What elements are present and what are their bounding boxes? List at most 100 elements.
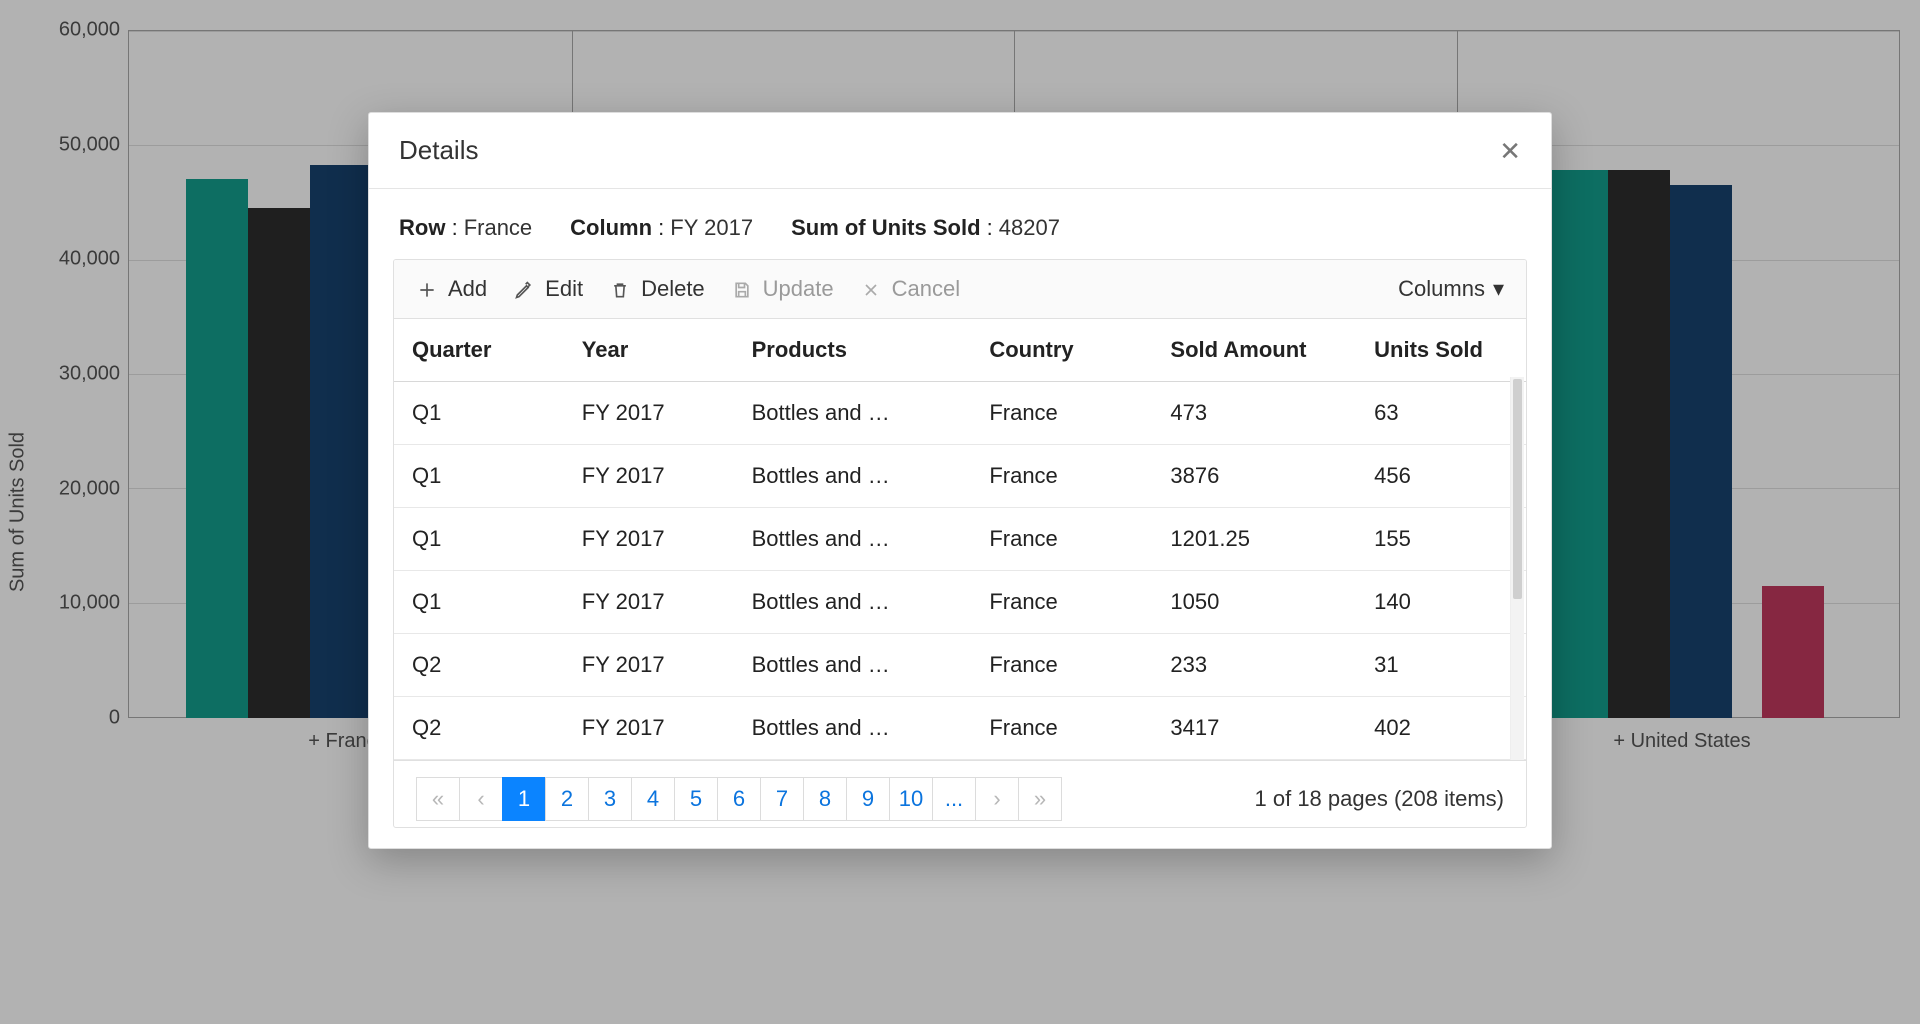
delete-button[interactable]: Delete [609, 276, 705, 302]
cell-quarter: Q1 [394, 382, 564, 445]
cell-sold_amount: 3876 [1152, 445, 1356, 508]
cell-sold_amount: 473 [1152, 382, 1356, 445]
edit-label: Edit [545, 276, 583, 302]
table-scrollbar[interactable] [1510, 377, 1524, 760]
pager-page-3[interactable]: 3 [588, 777, 632, 821]
pager-page-4[interactable]: 4 [631, 777, 675, 821]
cell-year: FY 2017 [564, 571, 734, 634]
detail-meta: Row :France Column :FY 2017 Sum of Units… [369, 189, 1551, 259]
table-row[interactable]: Q1FY 2017Bottles and …France1050140 [394, 571, 1526, 634]
cell-country: France [971, 634, 1152, 697]
add-label: Add [448, 276, 487, 302]
save-icon [731, 276, 753, 302]
cell-quarter: Q1 [394, 508, 564, 571]
cell-country: France [971, 571, 1152, 634]
col-products[interactable]: Products [734, 319, 972, 382]
table-row[interactable]: Q1FY 2017Bottles and …France3876456 [394, 445, 1526, 508]
update-label: Update [763, 276, 834, 302]
cell-products: Bottles and … [734, 634, 972, 697]
pager-page-2[interactable]: 2 [545, 777, 589, 821]
row-value: France [464, 215, 532, 240]
cell-products: Bottles and … [734, 508, 972, 571]
edit-button[interactable]: Edit [513, 276, 583, 302]
cell-year: FY 2017 [564, 697, 734, 760]
pager-page-6[interactable]: 6 [717, 777, 761, 821]
close-icon [860, 276, 882, 302]
cancel-button: Cancel [860, 276, 960, 302]
dialog-header: Details ✕ [369, 113, 1551, 189]
cell-products: Bottles and … [734, 382, 972, 445]
table-header-row: Quarter Year Products Country Sold Amoun… [394, 319, 1526, 382]
pager-page-10[interactable]: 10 [889, 777, 933, 821]
cell-units_sold: 402 [1356, 697, 1526, 760]
pager-info: 1 of 18 pages (208 items) [1255, 786, 1504, 812]
cell-year: FY 2017 [564, 508, 734, 571]
cell-year: FY 2017 [564, 634, 734, 697]
columns-label: Columns [1398, 276, 1485, 302]
columns-dropdown[interactable]: Columns ▾ [1398, 276, 1504, 302]
col-quarter[interactable]: Quarter [394, 319, 564, 382]
col-year[interactable]: Year [564, 319, 734, 382]
cell-year: FY 2017 [564, 382, 734, 445]
pager-first[interactable]: « [416, 777, 460, 821]
cell-sold_amount: 3417 [1152, 697, 1356, 760]
chevron-down-icon: ▾ [1493, 276, 1504, 302]
table-row[interactable]: Q2FY 2017Bottles and …France23331 [394, 634, 1526, 697]
add-button[interactable]: Add [416, 276, 487, 302]
pager-page-7[interactable]: 7 [760, 777, 804, 821]
cell-country: France [971, 382, 1152, 445]
cell-country: France [971, 697, 1152, 760]
cell-country: France [971, 445, 1152, 508]
update-button: Update [731, 276, 834, 302]
pager-ellipsis[interactable]: ... [932, 777, 976, 821]
detail-table: Quarter Year Products Country Sold Amoun… [394, 319, 1526, 760]
cell-quarter: Q1 [394, 445, 564, 508]
cell-units_sold: 140 [1356, 571, 1526, 634]
column-value: FY 2017 [670, 215, 753, 240]
aggregate-label: Sum of Units Sold [791, 215, 980, 240]
cell-quarter: Q2 [394, 634, 564, 697]
table-row[interactable]: Q1FY 2017Bottles and …France47363 [394, 382, 1526, 445]
col-unitssold[interactable]: Units Sold [1356, 319, 1526, 382]
cell-units_sold: 63 [1356, 382, 1526, 445]
pager-page-1[interactable]: 1 [502, 777, 546, 821]
cell-units_sold: 31 [1356, 634, 1526, 697]
table-row[interactable]: Q1FY 2017Bottles and …France1201.25155 [394, 508, 1526, 571]
row-label: Row [399, 215, 445, 240]
cell-year: FY 2017 [564, 445, 734, 508]
scrollbar-thumb[interactable] [1513, 379, 1522, 599]
close-icon[interactable]: ✕ [1499, 138, 1521, 164]
delete-label: Delete [641, 276, 705, 302]
pager: «‹12345678910...›» 1 of 18 pages (208 it… [394, 760, 1526, 827]
cell-quarter: Q2 [394, 697, 564, 760]
cell-sold_amount: 1201.25 [1152, 508, 1356, 571]
pager-prev[interactable]: ‹ [459, 777, 503, 821]
cell-units_sold: 155 [1356, 508, 1526, 571]
pager-next[interactable]: › [975, 777, 1019, 821]
cell-products: Bottles and … [734, 697, 972, 760]
pencil-icon [513, 276, 535, 302]
col-soldamount[interactable]: Sold Amount [1152, 319, 1356, 382]
grid-toolbar: Add Edit Delete Update Cancel Columns ▾ [394, 260, 1526, 319]
cancel-label: Cancel [892, 276, 960, 302]
pager-last[interactable]: » [1018, 777, 1062, 821]
cell-products: Bottles and … [734, 571, 972, 634]
pager-page-5[interactable]: 5 [674, 777, 718, 821]
cell-products: Bottles and … [734, 445, 972, 508]
column-label: Column [570, 215, 652, 240]
cell-country: France [971, 508, 1152, 571]
details-dialog: Details ✕ Row :France Column :FY 2017 Su… [368, 112, 1552, 849]
trash-icon [609, 276, 631, 302]
dialog-title: Details [399, 135, 478, 166]
table-row[interactable]: Q2FY 2017Bottles and …France3417402 [394, 697, 1526, 760]
cell-sold_amount: 1050 [1152, 571, 1356, 634]
detail-grid: Add Edit Delete Update Cancel Columns ▾ [393, 259, 1527, 828]
plus-icon [416, 276, 438, 302]
pager-page-8[interactable]: 8 [803, 777, 847, 821]
cell-sold_amount: 233 [1152, 634, 1356, 697]
col-country[interactable]: Country [971, 319, 1152, 382]
cell-quarter: Q1 [394, 571, 564, 634]
aggregate-value: 48207 [999, 215, 1060, 240]
cell-units_sold: 456 [1356, 445, 1526, 508]
pager-page-9[interactable]: 9 [846, 777, 890, 821]
